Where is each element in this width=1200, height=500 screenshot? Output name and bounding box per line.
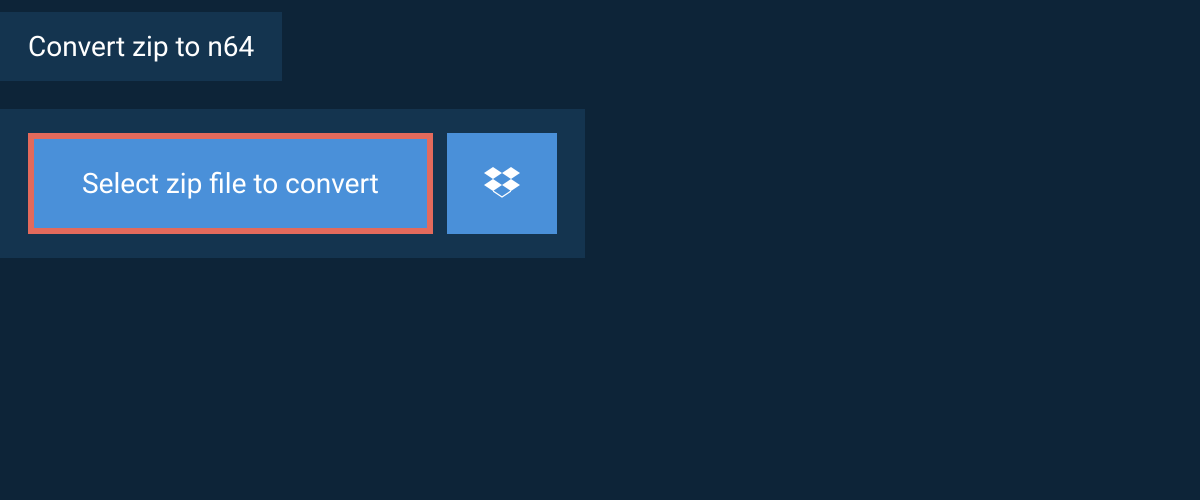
select-file-button-label: Select zip file to convert bbox=[82, 167, 379, 200]
upload-panel: Select zip file to convert bbox=[0, 109, 585, 258]
dropbox-icon bbox=[484, 164, 520, 204]
select-file-button[interactable]: Select zip file to convert bbox=[28, 133, 433, 234]
page-title: Convert zip to n64 bbox=[28, 30, 254, 63]
dropbox-button[interactable] bbox=[447, 133, 557, 234]
page-title-tab: Convert zip to n64 bbox=[0, 12, 282, 81]
